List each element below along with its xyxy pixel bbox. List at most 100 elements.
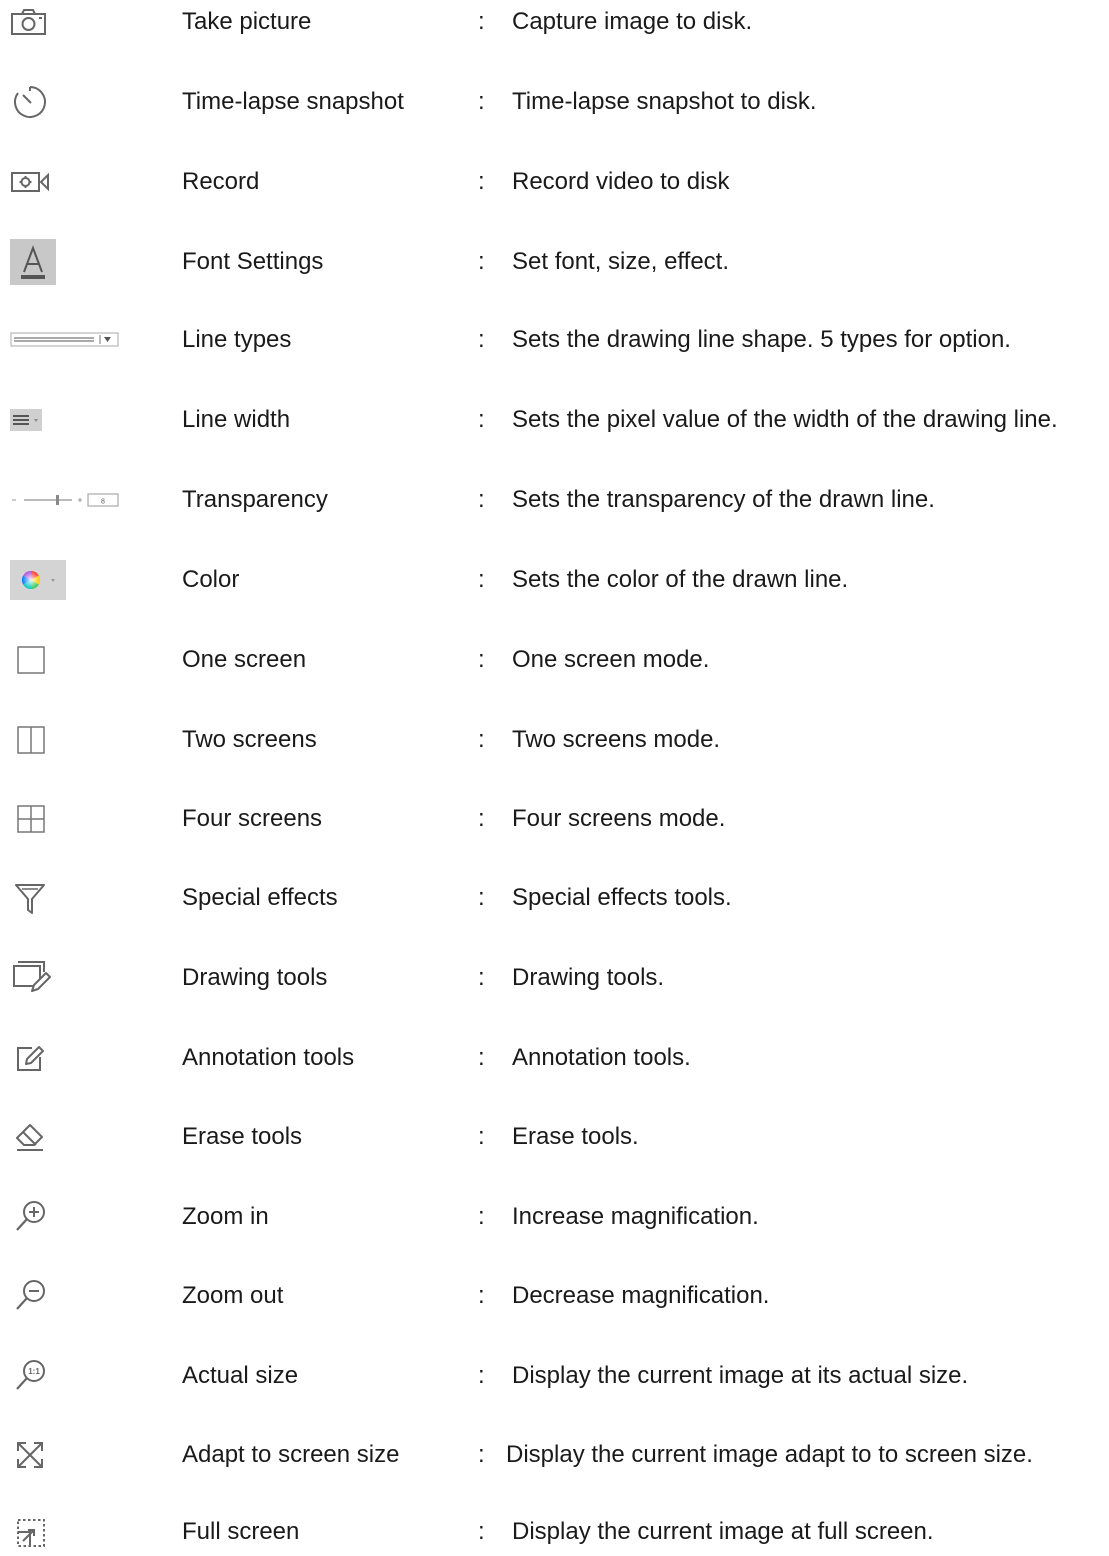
item-description: Increase magnification. [512, 1203, 759, 1230]
separator: : [478, 8, 485, 35]
item-description: Sets the color of the drawn line. [512, 566, 849, 593]
separator: : [478, 884, 485, 911]
list-item-special-effects: Special effects : Special effects tools. [0, 874, 1109, 922]
one-screen-icon[interactable] [10, 636, 120, 684]
separator: : [478, 88, 485, 115]
item-label: One screen [182, 646, 307, 673]
video-record-icon[interactable] [10, 158, 120, 206]
item-label: Zoom out [182, 1282, 284, 1309]
line-type-dropdown-icon[interactable] [10, 316, 120, 364]
item-description: Sets the drawing line shape. 5 types for… [512, 326, 1011, 353]
separator: : [478, 1518, 485, 1545]
item-description: Drawing tools. [512, 964, 665, 991]
separator: : [478, 1044, 485, 1071]
item-label: Record [182, 168, 260, 195]
list-item-zoom-out: Zoom out : Decrease magnification. [0, 1272, 1109, 1320]
list-item-drawing-tools: Drawing tools : Drawing tools. [0, 954, 1109, 1002]
item-label: Color [182, 566, 240, 593]
item-label: Special effects [182, 884, 338, 911]
item-label: Adapt to screen size [182, 1441, 400, 1468]
item-description: Record video to disk [512, 168, 730, 195]
item-label: Erase tools [182, 1123, 303, 1150]
zoom-out-icon[interactable] [10, 1272, 120, 1320]
zoom-in-icon[interactable] [10, 1193, 120, 1241]
line-width-icon[interactable] [10, 396, 120, 444]
item-description: Erase tools. [512, 1123, 639, 1150]
list-item-transparency: 8 Transparency : Sets the transparency o… [0, 476, 1109, 524]
item-label: Two screens [182, 726, 317, 753]
separator: : [478, 1441, 485, 1468]
item-description: Sets the transparency of the drawn line. [512, 486, 935, 513]
item-label: Transparency [182, 486, 328, 513]
actual-size-icon-text: 1:1 [28, 1367, 40, 1376]
separator: : [478, 1362, 485, 1389]
separator: : [478, 1282, 485, 1309]
separator: : [478, 726, 485, 753]
item-description: Two screens mode. [512, 726, 721, 753]
separator: : [478, 805, 485, 832]
list-item-annotation-tools: Annotation tools : Annotation tools. [0, 1034, 1109, 1082]
item-description: One screen mode. [512, 646, 710, 673]
separator: : [478, 566, 485, 593]
slider-value-text: 8 [101, 499, 105, 506]
item-label: Line width [182, 406, 291, 433]
eraser-icon[interactable] [10, 1113, 120, 1161]
separator: : [478, 168, 485, 195]
separator: : [478, 406, 485, 433]
timer-icon[interactable] [10, 78, 120, 126]
item-label: Time-lapse snapshot [182, 88, 404, 115]
item-description: Capture image to disk. [512, 8, 753, 35]
list-item-font-settings: Font Settings : Set font, size, effect. [0, 238, 1109, 286]
list-item-color: Color : Sets the color of the drawn line… [0, 556, 1109, 604]
camera-icon[interactable] [10, 0, 120, 46]
item-description: Decrease magnification. [512, 1282, 770, 1309]
list-item-record: Record : Record video to disk [0, 158, 1109, 206]
font-icon[interactable] [10, 238, 120, 286]
item-label: Drawing tools [182, 964, 328, 991]
separator: : [478, 964, 485, 991]
list-item-erase-tools: Erase tools : Erase tools. [0, 1113, 1109, 1161]
two-screens-icon[interactable] [10, 716, 120, 764]
four-screens-icon[interactable] [10, 795, 120, 843]
item-label: Font Settings [182, 248, 324, 275]
list-item-line-types: Line types : Sets the drawing line shape… [0, 316, 1109, 364]
actual-size-icon[interactable]: 1:1 [10, 1352, 120, 1400]
annotation-icon[interactable] [10, 1034, 120, 1082]
list-item-zoom-in: Zoom in : Increase magnification. [0, 1193, 1109, 1241]
list-item-full-screen: Full screen : Display the current image … [0, 1508, 1109, 1556]
list-item-time-lapse-snapshot: Time-lapse snapshot : Time-lapse snapsho… [0, 78, 1109, 126]
color-wheel-icon[interactable] [10, 556, 120, 604]
separator: : [478, 1203, 485, 1230]
item-label: Annotation tools [182, 1044, 355, 1071]
list-item-two-screens: Two screens : Two screens mode. [0, 716, 1109, 764]
separator: : [478, 326, 485, 353]
list-item-four-screens: Four screens : Four screens mode. [0, 795, 1109, 843]
item-description: Display the current image at full screen… [512, 1518, 934, 1545]
item-description: Four screens mode. [512, 805, 726, 832]
item-description: Time-lapse snapshot to disk. [512, 88, 817, 115]
fit-screen-icon[interactable] [10, 1431, 120, 1479]
item-label: Zoom in [182, 1203, 269, 1230]
item-description: Annotation tools. [512, 1044, 691, 1071]
transparency-slider-icon[interactable]: 8 [10, 476, 120, 524]
full-screen-icon[interactable] [10, 1508, 120, 1556]
separator: : [478, 646, 485, 673]
item-description: Sets the pixel value of the width of the… [512, 406, 1058, 433]
filter-icon[interactable] [10, 874, 120, 922]
item-description: Set font, size, effect. [512, 248, 730, 275]
item-label: Line types [182, 326, 292, 353]
item-label: Take picture [182, 8, 312, 35]
item-description: Special effects tools. [512, 884, 732, 911]
item-description: Display the current image at its actual … [512, 1362, 969, 1389]
separator: : [478, 486, 485, 513]
list-item-one-screen: One screen : One screen mode. [0, 636, 1109, 684]
list-item-actual-size: 1:1 Actual size : Display the current im… [0, 1352, 1109, 1400]
drawing-tools-icon[interactable] [10, 954, 120, 1002]
list-item-line-width: Line width : Sets the pixel value of the… [0, 396, 1109, 444]
item-description: Display the current image adapt to to sc… [506, 1441, 1033, 1468]
item-label: Four screens [182, 805, 323, 832]
separator: : [478, 1123, 485, 1150]
item-label: Actual size [182, 1362, 299, 1389]
item-label: Full screen [182, 1518, 300, 1545]
list-item-adapt-to-screen-size: Adapt to screen size : Display the curre… [0, 1431, 1109, 1479]
